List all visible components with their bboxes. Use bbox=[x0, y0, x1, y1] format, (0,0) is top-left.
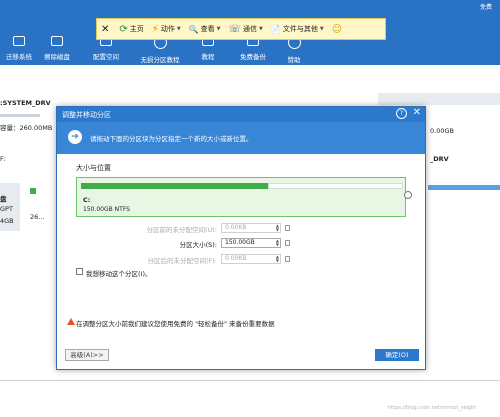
nav-wipe-disk[interactable]: 擦除磁盘 bbox=[30, 36, 84, 61]
partition-info: 150.00GB NTFS bbox=[83, 206, 130, 213]
disk-size-label: 4GB bbox=[0, 217, 14, 225]
unallocated-after-value: 0.00KB bbox=[225, 255, 247, 262]
partition-size-input[interactable]: 150.00GB ▲ ▼ bbox=[221, 238, 281, 248]
advanced-button[interactable]: 高级(A)>> bbox=[65, 349, 109, 361]
unit-icon bbox=[285, 240, 290, 246]
nav-label: 配置空间 bbox=[93, 53, 119, 61]
divider bbox=[0, 380, 500, 381]
spinner-icon[interactable]: ▲ ▼ bbox=[276, 239, 279, 247]
smiley-icon: ☺ bbox=[331, 23, 343, 35]
close-icon: ✕ bbox=[101, 23, 110, 35]
resize-handle[interactable] bbox=[404, 191, 412, 199]
toolbar-action-button[interactable]: ⚡ 动作 ▼ bbox=[148, 19, 185, 39]
dialog-title: 调整并移动分区 bbox=[62, 111, 111, 119]
partition-letter: C: bbox=[83, 196, 91, 204]
caret-down-icon: ▼ bbox=[216, 26, 221, 32]
partition-size-label: 分区大小(S): bbox=[179, 241, 217, 249]
nav-label: 迁移系统 bbox=[6, 53, 32, 61]
unallocated-after-label: 分区后的未分配空间(F): bbox=[147, 257, 217, 265]
disk-icon bbox=[51, 36, 63, 46]
nav-label: 擦除磁盘 bbox=[44, 53, 70, 61]
disk-drive-label: F: bbox=[0, 155, 6, 163]
lightning-icon: ⚡ bbox=[151, 23, 159, 35]
watermark: https://blog.csdn.net/mrroot_seight bbox=[388, 405, 477, 411]
nav-sponsor[interactable]: 赞助 bbox=[267, 36, 321, 64]
capacity-bar bbox=[0, 114, 40, 117]
unallocated-after-input[interactable]: 0.00KB ▲ ▼ bbox=[221, 254, 281, 264]
unit-icon bbox=[285, 256, 290, 262]
warning-text: 在调整分区大小前我们建议您使用免费的 "轻松备份" 来备份重要数据 bbox=[76, 320, 275, 328]
partition-free-bar bbox=[268, 183, 403, 189]
phone-icon: ☏ bbox=[228, 23, 242, 35]
right-disk-bar bbox=[428, 185, 500, 190]
partition-block[interactable]: C: 150.00GB NTFS bbox=[76, 177, 406, 217]
unit-icon bbox=[285, 225, 290, 231]
partition-size-value: 150.00GB bbox=[225, 239, 255, 246]
toolbar-label: 查看 bbox=[200, 25, 215, 33]
disk-gpt-label: GPT bbox=[0, 205, 13, 213]
partition-size-truncated: 26... bbox=[30, 213, 45, 221]
move-partition-checkbox[interactable] bbox=[76, 268, 83, 275]
help-icon[interactable]: ? bbox=[396, 108, 407, 119]
toolbar-view-button[interactable]: 🔍 查看 ▼ bbox=[185, 19, 225, 39]
caret-down-icon: ▼ bbox=[259, 26, 263, 32]
banner-text: 请拖动下面的分区块为分区指定一个新的大小或新位置。 bbox=[90, 135, 253, 143]
nav-label: 教程 bbox=[201, 53, 215, 61]
nav-label: 无损分区教程 bbox=[140, 56, 180, 64]
unallocated-before-label: 分区前的未分配空间(U): bbox=[146, 226, 217, 234]
dialog-titlebar: 调整并移动分区 ? ✕ bbox=[57, 107, 425, 122]
disk-name: :SYSTEM_DRV bbox=[0, 99, 51, 107]
toolbar-label: 动作 bbox=[160, 25, 175, 33]
floating-toolbar: ✕ ⟳ 主页 ⚡ 动作 ▼ 🔍 查看 ▼ ☏ 通信 ▼ 📄 文件与其他 ▼ ☺ bbox=[96, 18, 386, 40]
partition-color-swatch bbox=[30, 188, 36, 194]
move-partition-label[interactable]: 我想移动这个分区(I)。 bbox=[86, 268, 152, 278]
right-disk-name: _DRV bbox=[430, 155, 449, 163]
dialog-banner: ➔ 请拖动下面的分区块为分区指定一个新的大小或新位置。 bbox=[57, 122, 425, 154]
monitor-icon bbox=[13, 36, 25, 46]
toolbar-label: 通信 bbox=[243, 25, 258, 33]
spinner-icon: ▲ ▼ bbox=[275, 223, 279, 232]
home-icon: ⟳ bbox=[119, 23, 128, 35]
resize-move-dialog: 调整并移动分区 ? ✕ ➔ 请拖动下面的分区块为分区指定一个新的大小或新位置。 … bbox=[56, 106, 426, 370]
toolbar-home-button[interactable]: ⟳ 主页 bbox=[115, 19, 147, 39]
spinner-icon: ▲ ▼ bbox=[275, 254, 279, 263]
toolbar-communicate-button[interactable]: ☏ 通信 ▼ bbox=[225, 19, 267, 39]
caret-down-icon: ▼ bbox=[319, 26, 324, 32]
unallocated-before-input[interactable]: 0.00KB ▲ ▼ bbox=[221, 223, 281, 233]
nav-label: 赞助 bbox=[287, 56, 301, 64]
magnifier-icon: 🔍 bbox=[188, 24, 199, 34]
size-position-label: 大小与位置 bbox=[76, 164, 111, 172]
right-disk-size: 0.00GB bbox=[430, 127, 454, 135]
file-icon: 📄 bbox=[270, 24, 281, 34]
right-disk-header bbox=[378, 93, 500, 105]
ok-button[interactable]: 确定(O) bbox=[375, 349, 419, 361]
app-title: 免费 bbox=[479, 4, 492, 11]
disk-capacity: 容量：260.00MB bbox=[0, 124, 53, 132]
toolbar-label: 主页 bbox=[129, 25, 144, 33]
warning-icon bbox=[67, 318, 75, 325]
toolbar-file-button[interactable]: 📄 文件与其他 ▼ bbox=[267, 19, 328, 39]
toolbar-label: 文件与其他 bbox=[282, 25, 318, 33]
caret-down-icon: ▼ bbox=[176, 26, 181, 32]
nav-label: 免费备份 bbox=[240, 53, 266, 61]
close-icon[interactable]: ✕ bbox=[413, 107, 421, 118]
arrow-right-icon: ➔ bbox=[68, 130, 82, 144]
toolbar-smiley-button[interactable]: ☺ bbox=[328, 19, 348, 39]
partition-used-bar bbox=[81, 183, 268, 189]
toolbar-close-button[interactable]: ✕ bbox=[97, 19, 115, 39]
nav-partition-tutorial[interactable]: 无损分区教程 bbox=[133, 36, 187, 64]
disk-type-label: 盘 bbox=[0, 195, 7, 203]
unallocated-before-value: 0.00KB bbox=[225, 224, 247, 231]
